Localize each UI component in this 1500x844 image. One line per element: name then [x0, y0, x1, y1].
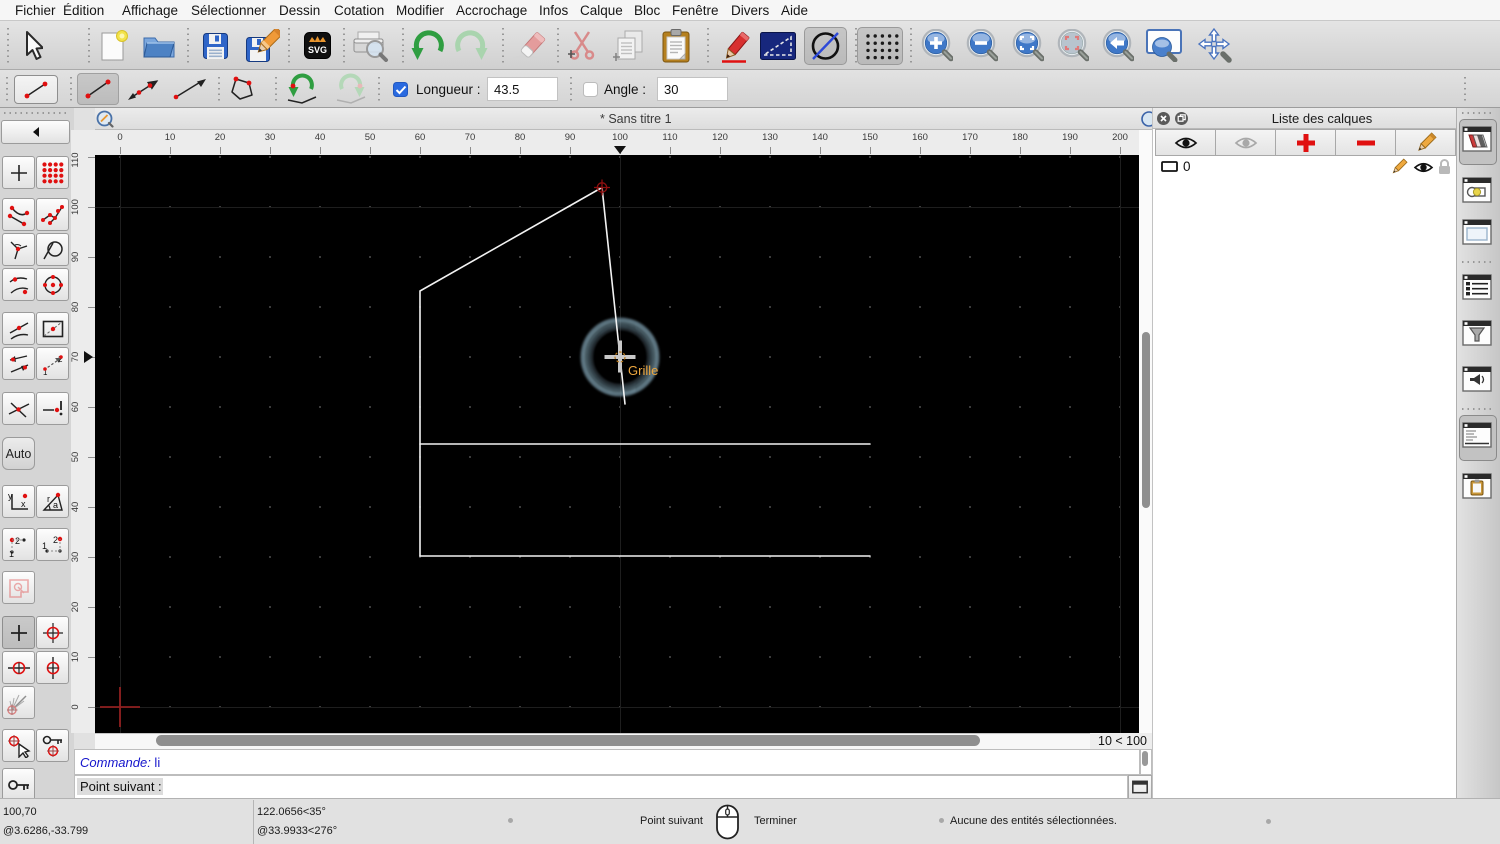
svg-text:2: 2: [53, 535, 58, 545]
svg-text:1: 1: [42, 541, 47, 551]
svg-text:a: a: [53, 500, 58, 510]
svg-text:SVG: SVG: [308, 45, 327, 55]
svg-text:r: r: [47, 494, 50, 504]
svg-text:2: 2: [15, 536, 20, 546]
svg-text:y: y: [8, 491, 13, 501]
svg-text:x: x: [21, 499, 26, 509]
svg-text:Grille: Grille: [628, 363, 658, 378]
